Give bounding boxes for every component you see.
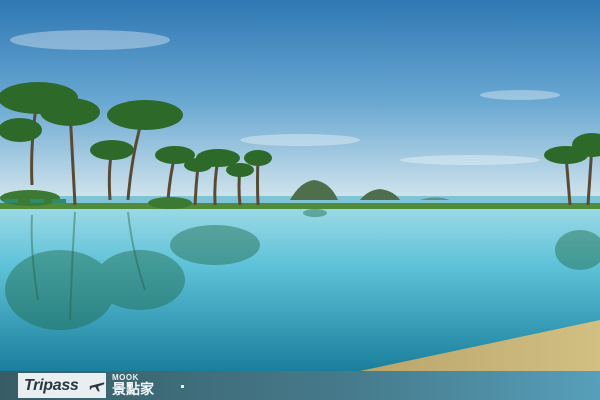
lawn — [0, 203, 600, 209]
tripass-logo: Tripass — [18, 373, 106, 398]
airplane-icon — [89, 382, 105, 392]
logo-text: Tripass — [24, 376, 79, 394]
mook-label: MOOK — [112, 373, 139, 382]
photo-scene — [0, 0, 600, 371]
mook-name: 景點家 — [112, 382, 154, 398]
mook-brand: MOOK 景點家 — [112, 373, 154, 398]
watermark-bar: Tripass MOOK 景點家 — [0, 371, 600, 400]
dot-mark — [181, 385, 184, 388]
